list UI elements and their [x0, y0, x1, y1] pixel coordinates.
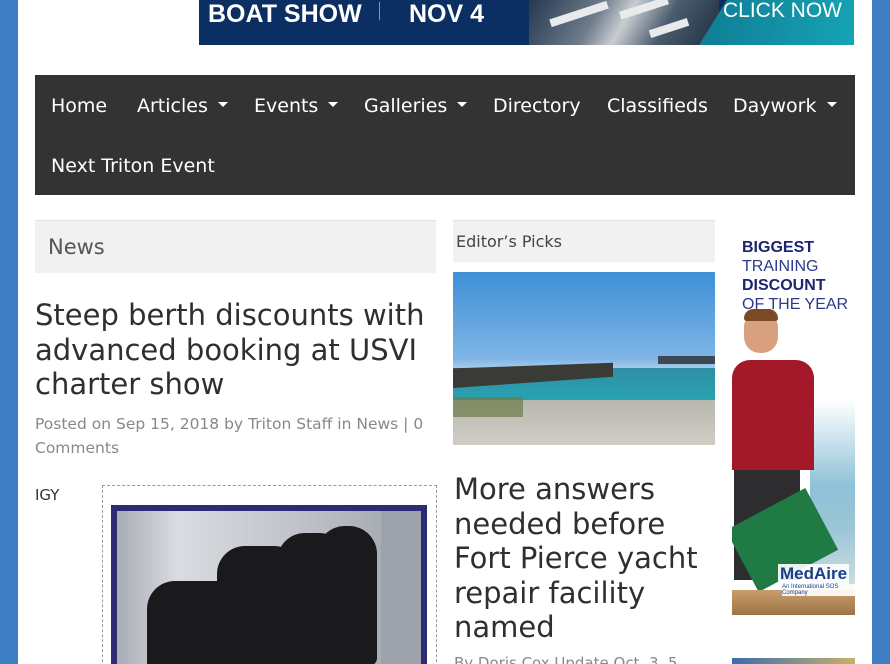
editors-pick-title[interactable]: More answers needed before Fort Pierce y…	[454, 472, 716, 645]
medaire-logo: MedAire	[778, 564, 850, 584]
nav-next-triton-event[interactable]: Next Triton Event	[51, 155, 215, 177]
chevron-down-icon	[328, 102, 339, 107]
editors-picks-heading: Editor’s Picks	[456, 232, 562, 251]
by-label: by	[224, 415, 244, 433]
chevron-down-icon	[457, 102, 468, 107]
ad-line-3: DISCOUNT	[742, 277, 826, 294]
article-body-text: IGY	[35, 486, 60, 504]
banner-click-now[interactable]: CLICK NOW	[723, 0, 842, 22]
second-sidebar-ad[interactable]	[732, 658, 855, 664]
nav-daywork[interactable]: Daywork	[733, 95, 837, 117]
category-link[interactable]: News	[356, 415, 398, 433]
medaire-training-ad[interactable]: BIGGEST TRAINING DISCOUNT OF THE YEAR Me…	[732, 220, 855, 615]
ad-line-1: BIGGEST	[742, 239, 815, 256]
boat-show-banner-ad[interactable]: BOAT SHOW NOV 4 CLICK NOW	[199, 0, 854, 45]
meta-separator: |	[403, 415, 409, 433]
medaire-tagline: An International SOS Company	[782, 584, 855, 596]
nav-events[interactable]: Events	[254, 95, 339, 117]
news-article-title[interactable]: Steep berth discounts with advanced book…	[35, 298, 435, 402]
nav-articles[interactable]: Articles	[137, 95, 228, 117]
editors-pick-meta: By Doris Cox Update Oct. 3, 5	[454, 654, 678, 664]
banner-date-text: NOV 4	[409, 0, 485, 28]
post-date-link[interactable]: Sep 15, 2018	[116, 415, 219, 433]
news-article-meta: Posted on Sep 15, 2018 by Triton Staff i…	[35, 412, 435, 460]
nav-galleries[interactable]: Galleries	[364, 95, 468, 117]
banner-yacht-image	[529, 0, 719, 45]
page: BOAT SHOW NOV 4 CLICK NOW Home Articles …	[18, 0, 872, 664]
editors-picks-header: Editor’s Picks	[453, 220, 715, 262]
article-image[interactable]	[111, 505, 427, 664]
nav-classifieds[interactable]: Classifieds	[607, 95, 708, 117]
news-section-header: News	[35, 220, 436, 273]
nav-home[interactable]: Home	[51, 95, 107, 117]
chevron-down-icon	[826, 102, 837, 107]
banner-separator	[379, 2, 380, 20]
posted-on-label: Posted on	[35, 415, 112, 433]
fenders-photo	[117, 511, 421, 664]
main-navigation: Home Articles Events Galleries Directory…	[35, 75, 855, 195]
in-label: in	[337, 415, 352, 433]
nav-directory[interactable]: Directory	[493, 95, 581, 117]
editors-pick-image[interactable]	[453, 272, 715, 445]
news-heading: News	[48, 235, 105, 259]
banner-boat-show-text: BOAT SHOW	[208, 0, 362, 28]
author-link[interactable]: Triton Staff	[248, 415, 332, 433]
article-image-frame	[102, 485, 437, 664]
ad-person	[732, 360, 814, 470]
chevron-down-icon	[217, 102, 228, 107]
ad-line-2: TRAINING	[742, 258, 819, 275]
